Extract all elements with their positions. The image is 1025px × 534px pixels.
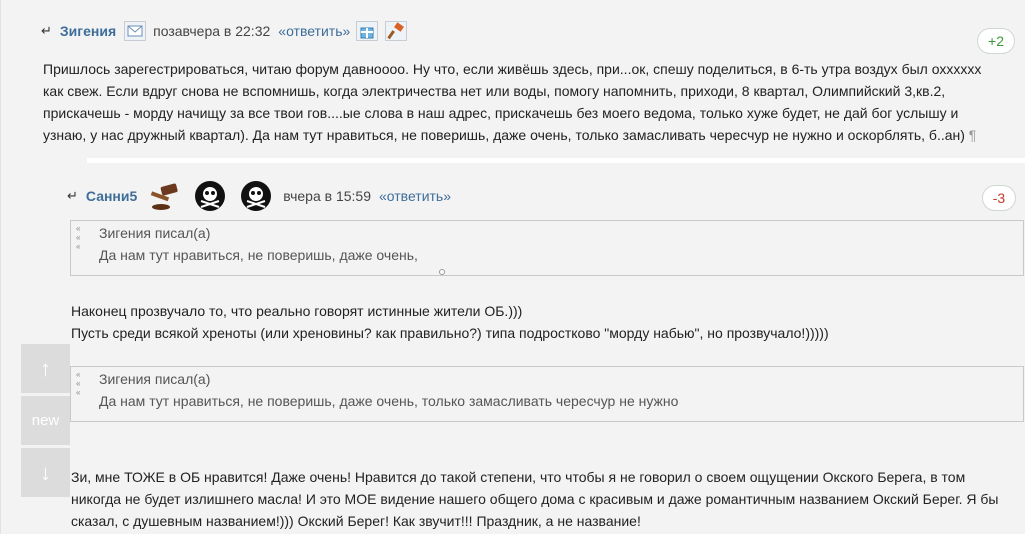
message-icon[interactable] xyxy=(124,21,147,41)
post-separator xyxy=(87,158,1025,163)
post-header: ↵ Санни5 вчера в 15:59 «ответить» xyxy=(67,181,451,211)
skull-badge-icon[interactable] xyxy=(241,181,272,211)
post-date: вчера в 15:59 xyxy=(283,188,371,204)
quote-author: Зигения писал(а) xyxy=(99,371,211,387)
new-posts-button[interactable]: new xyxy=(21,396,70,445)
scroll-up-button[interactable]: ↑ xyxy=(21,344,70,393)
pilcrow-icon[interactable]: ¶ xyxy=(969,127,977,143)
gift-icon[interactable] xyxy=(356,21,379,41)
skull-badge-icon[interactable] xyxy=(195,181,226,211)
comments-page: ↵ Зигения позавчера в 22:32 «ответить» +… xyxy=(0,0,1025,534)
post-header: ↵ Зигения позавчера в 22:32 «ответить» xyxy=(41,20,414,42)
ban-hammer-icon[interactable] xyxy=(385,21,408,41)
quote-text: Да нам тут нравиться, не поверишь, даже … xyxy=(99,247,418,263)
post-author[interactable]: Зигения xyxy=(60,23,116,39)
quote-author: Зигения писал(а) xyxy=(99,225,211,241)
post-body: Пришлось зарегестрироваться, читаю форум… xyxy=(43,58,1005,146)
arrow-up-icon: ↑ xyxy=(40,355,51,381)
scroll-down-button[interactable]: ↓ xyxy=(21,448,70,497)
post-body: Зи, мне ТОЖЕ в ОБ нравится! Даже очень! … xyxy=(71,466,1011,532)
quote-block: ««« Зигения писал(а) Да нам тут нравитьс… xyxy=(70,366,1024,422)
post-author[interactable]: Санни5 xyxy=(86,188,137,204)
post-text-line: Пусть среди всякой хреноты (или хреновин… xyxy=(71,325,829,341)
post-text: Зи, мне ТОЖЕ в ОБ нравится! Даже очень! … xyxy=(71,469,999,529)
quote-marks-icon: ««« xyxy=(76,370,81,397)
post-text: Пришлось зарегестрироваться, читаю форум… xyxy=(43,61,982,143)
quote-marks-icon: ««« xyxy=(76,224,81,251)
reply-link[interactable]: «ответить» xyxy=(278,23,350,39)
quote-block: ««« Зигения писал(а) Да нам тут нравитьс… xyxy=(70,220,1024,276)
rating-badge[interactable]: +2 xyxy=(977,28,1015,54)
arrow-down-icon: ↓ xyxy=(40,459,51,485)
reply-link[interactable]: «ответить» xyxy=(379,188,451,204)
reply-arrow-icon[interactable]: ↵ xyxy=(41,23,52,39)
post-date: позавчера в 22:32 xyxy=(153,23,271,39)
quote-expand-handle[interactable] xyxy=(439,269,445,275)
gavel-award-icon[interactable] xyxy=(147,181,185,211)
post-text-line: Наконец прозвучало то, что реально говор… xyxy=(71,303,523,319)
rating-badge[interactable]: -3 xyxy=(982,185,1016,211)
reply-arrow-icon[interactable]: ↵ xyxy=(67,188,78,204)
quote-text: Да нам тут нравиться, не поверишь, даже … xyxy=(99,393,679,409)
post-body: Наконец прозвучало то, что реально говор… xyxy=(71,300,1011,344)
